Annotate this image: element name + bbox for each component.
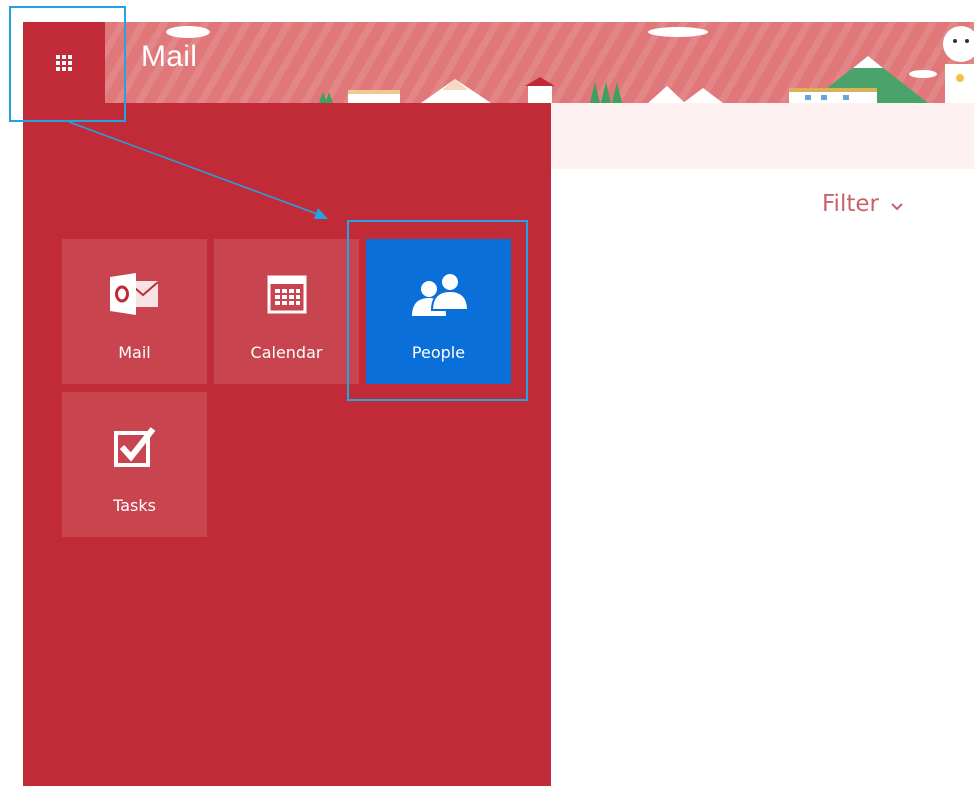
- tile-label-tasks: Tasks: [113, 496, 156, 515]
- filter-label: Filter: [822, 191, 879, 217]
- waffle-grid-icon: [56, 54, 72, 71]
- tile-label-people: People: [411, 343, 466, 362]
- theme-banner: Mail: [23, 22, 974, 103]
- filter-dropdown[interactable]: Filter: [822, 191, 903, 217]
- app-launcher-button[interactable]: [23, 22, 105, 103]
- tile-mail[interactable]: Mail: [62, 239, 207, 384]
- app-launcher-panel: Mail Calendar People Tasks: [23, 103, 551, 786]
- chevron-down-icon: [891, 191, 903, 217]
- people-icon: [366, 272, 511, 316]
- mail-app-window: Mail Mail Calendar People Tasks: [23, 22, 974, 786]
- tile-tasks[interactable]: Tasks: [62, 392, 207, 537]
- tile-calendar[interactable]: Calendar: [214, 239, 359, 384]
- tile-label-mail: Mail: [118, 343, 151, 362]
- tile-label-calendar: Calendar: [250, 343, 323, 362]
- calendar-icon: [214, 273, 359, 315]
- tasks-checkbox-icon: [62, 426, 207, 468]
- app-title: Mail: [141, 40, 198, 73]
- outlook-mail-icon: [62, 273, 207, 315]
- command-bar: [551, 103, 974, 169]
- tile-people[interactable]: People: [366, 239, 511, 384]
